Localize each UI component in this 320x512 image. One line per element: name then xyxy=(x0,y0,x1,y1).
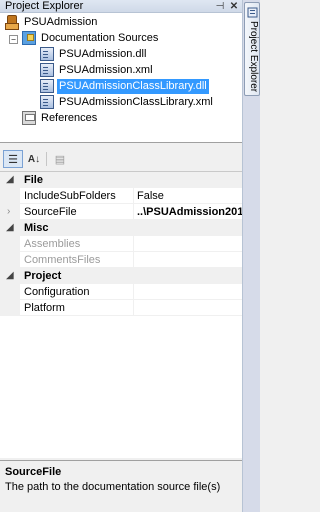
property-row-sourcefile[interactable]: › SourceFile ..\PSUAdmission2019 xyxy=(0,204,242,220)
tree-node-file[interactable]: PSUAdmissionClassLibrary.xml xyxy=(40,94,215,110)
category-expanded-icon[interactable]: ◢ xyxy=(6,220,14,236)
project-explorer-icon xyxy=(247,7,258,18)
category-misc[interactable]: ◢ Misc xyxy=(0,220,242,236)
tree-node-file-selected[interactable]: PSUAdmissionClassLibrary.dll xyxy=(40,78,209,94)
property-value[interactable]: ..\PSUAdmission2019 xyxy=(133,204,242,220)
side-tab-label: Project Explorer xyxy=(248,21,259,93)
property-row-configuration[interactable]: Configuration xyxy=(0,284,242,300)
file-icon xyxy=(40,47,54,61)
property-name: Assemblies xyxy=(24,238,81,250)
documentation-folder-icon xyxy=(22,31,36,45)
tree-node-label: PSUAdmissionClassLibrary.dll xyxy=(57,78,209,94)
file-icon xyxy=(40,79,54,93)
property-row-platform[interactable]: Platform xyxy=(0,300,242,316)
property-name: Configuration xyxy=(24,286,90,298)
property-name: Platform xyxy=(24,302,65,314)
category-label: File xyxy=(24,174,43,186)
row-gutter xyxy=(0,300,20,316)
tree-node-references[interactable]: References xyxy=(22,110,99,126)
category-label: Misc xyxy=(24,222,49,234)
file-icon xyxy=(40,95,54,109)
collapse-toggle-icon[interactable]: − xyxy=(9,35,18,44)
property-pages-icon: ▤ xyxy=(54,153,66,166)
property-value[interactable]: False xyxy=(133,188,242,204)
panel-titlebar[interactable]: Project Explorer ⊣ ✕ xyxy=(0,0,242,13)
property-name: CommentsFiles xyxy=(24,254,101,266)
property-toolbar: ☰ A↓ ▤ xyxy=(0,148,242,170)
project-explorer-panel: Project Explorer ⊣ ✕ PSUAdmission − Docu… xyxy=(0,0,242,512)
project-explorer-side-tab[interactable]: Project Explorer xyxy=(244,2,260,96)
property-grid[interactable]: ◢ File IncludeSubFolders False › SourceF… xyxy=(0,171,242,458)
property-row-commentsfiles[interactable]: CommentsFiles xyxy=(0,252,242,268)
tree-node-documentation-sources[interactable]: Documentation Sources xyxy=(22,30,160,46)
alphabetical-sort-button[interactable]: A↓ xyxy=(24,150,44,168)
property-row-assemblies[interactable]: Assemblies xyxy=(0,236,242,252)
tree-node-label: Documentation Sources xyxy=(41,31,159,44)
panel-title: Project Explorer xyxy=(5,0,84,12)
property-value[interactable] xyxy=(133,252,242,268)
property-pages-button[interactable]: ▤ xyxy=(50,150,70,168)
property-value[interactable] xyxy=(133,236,242,252)
property-description: SourceFile The path to the documentation… xyxy=(0,460,242,512)
property-value[interactable] xyxy=(133,300,242,316)
property-row-includesubfolders[interactable]: IncludeSubFolders False xyxy=(0,188,242,204)
tree-node-label: PSUAdmission xyxy=(24,15,98,28)
categorized-icon: ☰ xyxy=(8,153,18,166)
row-gutter xyxy=(0,252,20,268)
category-expanded-icon[interactable]: ◢ xyxy=(6,172,14,188)
toolbar-separator xyxy=(46,152,47,166)
tree-node-label: References xyxy=(41,111,98,124)
file-icon xyxy=(40,63,54,77)
tree-node-project[interactable]: PSUAdmission xyxy=(5,14,99,30)
property-value[interactable] xyxy=(133,284,242,300)
description-title: SourceFile xyxy=(5,466,62,478)
property-name: IncludeSubFolders xyxy=(24,190,116,202)
project-tree[interactable]: PSUAdmission − Documentation Sources PSU… xyxy=(0,13,242,143)
row-gutter xyxy=(0,236,20,252)
project-icon xyxy=(5,15,19,30)
tree-node-label: PSUAdmissionClassLibrary.xml xyxy=(59,95,213,108)
category-expanded-icon[interactable]: ◢ xyxy=(6,268,14,284)
category-label: Project xyxy=(24,270,62,282)
tree-node-file[interactable]: PSUAdmission.xml xyxy=(40,62,155,78)
auto-hide-strip: Project Explorer xyxy=(242,0,260,512)
tree-node-label: PSUAdmission.xml xyxy=(59,63,153,76)
category-project[interactable]: ◢ Project xyxy=(0,268,242,284)
tree-node-file[interactable]: PSUAdmission.dll xyxy=(40,46,148,62)
categorized-view-button[interactable]: ☰ xyxy=(3,150,23,168)
row-gutter xyxy=(0,188,20,204)
close-icon[interactable]: ✕ xyxy=(228,0,240,13)
row-expand-icon[interactable]: › xyxy=(7,204,10,220)
tree-node-label: PSUAdmission.dll xyxy=(59,47,147,60)
description-text: The path to the documentation source fil… xyxy=(5,481,221,493)
pin-icon[interactable]: ⊣ xyxy=(214,0,226,13)
alphabetical-sort-icon: A↓ xyxy=(27,153,41,165)
category-file[interactable]: ◢ File xyxy=(0,172,242,188)
row-gutter xyxy=(0,284,20,300)
property-name: SourceFile xyxy=(24,206,77,218)
references-icon xyxy=(22,111,36,125)
